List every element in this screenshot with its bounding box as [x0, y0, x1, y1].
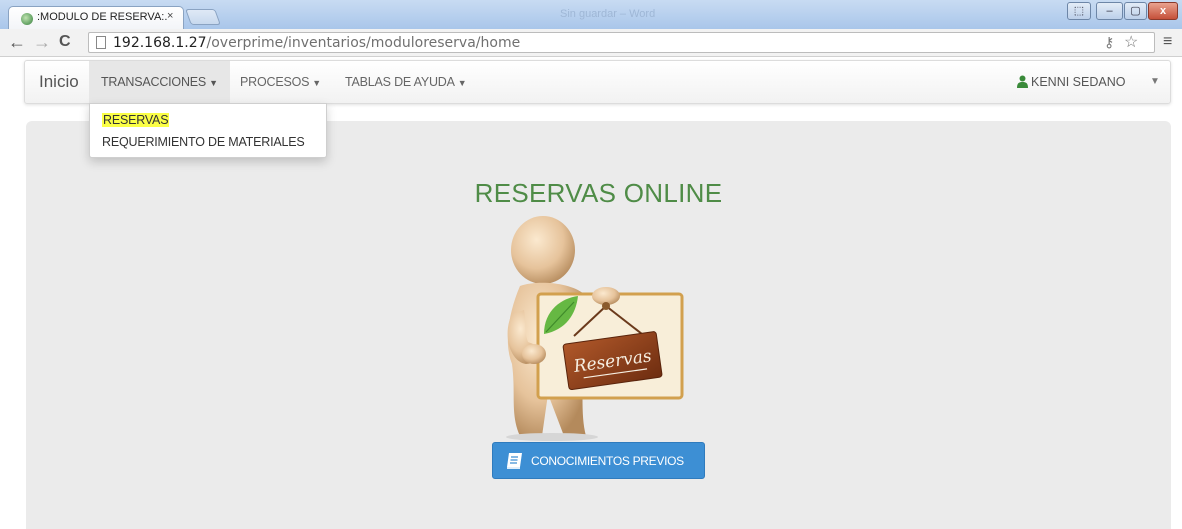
caret-down-icon: ▼ [209, 78, 218, 88]
figure-head [511, 216, 575, 284]
caret-down-icon[interactable]: ▼ [1150, 61, 1160, 103]
browser-titlebar: :MODULO DE RESERVA:. × Sin guardar – Wor… [0, 0, 1182, 29]
close-window-button[interactable]: x [1148, 2, 1178, 20]
url-path: /overprime/inventarios/moduloreserva/hom… [206, 35, 521, 51]
reservas-illustration: Reservas [506, 216, 684, 441]
dropdown-item-label: REQUERIMIENTO DE MATERIALES [102, 135, 305, 149]
favicon-icon [21, 13, 33, 25]
back-icon[interactable]: ← [8, 31, 26, 53]
book-icon [507, 453, 522, 469]
reload-icon[interactable]: C [59, 31, 71, 53]
browser-tab[interactable]: :MODULO DE RESERVA:. × [8, 6, 184, 29]
maximize-button[interactable]: ▢ [1124, 2, 1147, 20]
nav-menu-procesos[interactable]: PROCESOS ▼ [228, 61, 333, 103]
minimize-button[interactable]: – [1096, 2, 1123, 20]
dropdown-item-label: RESERVAS [102, 113, 170, 127]
sign-nail [602, 302, 610, 310]
window-extra-button[interactable]: ⬚ [1067, 2, 1091, 20]
figure-shadow [506, 433, 598, 441]
figure-hand [522, 344, 546, 364]
page-icon [96, 36, 106, 49]
dropdown-item-reservas[interactable]: RESERVAS [90, 110, 328, 130]
nav-menu-label: TABLAS DE AYUDA [345, 75, 455, 89]
forward-icon[interactable]: → [33, 31, 51, 53]
user-menu[interactable]: KENNI SEDANO [1017, 61, 1125, 103]
star-icon[interactable]: ☆ [1124, 32, 1138, 52]
address-bar[interactable]: 192.168.1.27/overprime/inventarios/modul… [88, 32, 1155, 53]
nav-menu-transacciones[interactable]: TRANSACCIONES ▼ [89, 61, 230, 103]
conocimientos-previos-button[interactable]: CONOCIMIENTOS PREVIOS [492, 442, 705, 479]
caret-down-icon: ▼ [457, 78, 467, 88]
page-title: RESERVAS ONLINE [474, 178, 723, 208]
browser-toolbar: ← → C 192.168.1.27/overprime/inventarios… [0, 29, 1182, 57]
window-title: Sin guardar – Word [560, 8, 656, 20]
new-tab-button[interactable] [185, 9, 221, 25]
menu-icon[interactable]: ≡ [1163, 31, 1172, 53]
tab-title: :MODULO DE RESERVA:. [37, 11, 168, 23]
close-tab-icon[interactable]: × [167, 10, 173, 22]
button-label: CONOCIMIENTOS PREVIOS [531, 454, 684, 468]
url-text[interactable]: 192.168.1.27/overprime/inventarios/modul… [113, 35, 520, 51]
nav-menu-label: TRANSACCIONES [101, 75, 207, 89]
key-icon[interactable]: ⚷ [1104, 34, 1114, 51]
app-navbar: Inicio TRANSACCIONES ▼ PROCESOS ▼ TABLAS D… [24, 60, 1171, 104]
nav-menu-tablas-de-ayuda[interactable]: TABLAS DE AYUDA ▼ [333, 61, 479, 103]
nav-menu-label: PROCESOS [240, 75, 310, 89]
user-icon [1017, 75, 1028, 88]
navbar-brand[interactable]: Inicio [39, 72, 79, 92]
url-host: 192.168.1.27 [113, 35, 207, 51]
caret-down-icon: ▼ [312, 78, 321, 88]
user-name: KENNI SEDANO [1031, 75, 1126, 89]
dropdown-item-requerimiento-de-materiales[interactable]: REQUERIMIENTO DE MATERIALES [90, 132, 328, 152]
transacciones-dropdown: RESERVAS REQUERIMIENTO DE MATERIALES [89, 103, 327, 158]
